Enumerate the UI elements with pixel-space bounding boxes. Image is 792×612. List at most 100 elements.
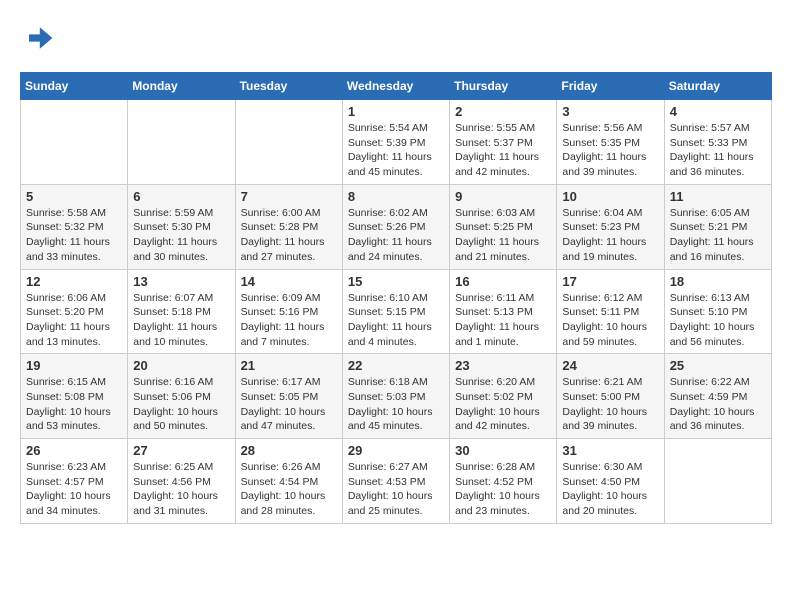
- calendar-cell: 20 Sunrise: 6:16 AM Sunset: 5:06 PM Dayli…: [128, 354, 235, 439]
- day-info: Sunrise: 6:23 AM Sunset: 4:57 PM Dayligh…: [26, 460, 122, 519]
- day-info: Sunrise: 6:02 AM Sunset: 5:26 PM Dayligh…: [348, 206, 444, 265]
- day-info: Sunrise: 6:04 AM Sunset: 5:23 PM Dayligh…: [562, 206, 658, 265]
- day-info: Sunrise: 6:28 AM Sunset: 4:52 PM Dayligh…: [455, 460, 551, 519]
- day-info: Sunrise: 6:06 AM Sunset: 5:20 PM Dayligh…: [26, 291, 122, 350]
- calendar-week-2: 5 Sunrise: 5:58 AM Sunset: 5:32 PM Daylig…: [21, 184, 772, 269]
- day-number: 16: [455, 274, 551, 289]
- calendar-cell: 8 Sunrise: 6:02 AM Sunset: 5:26 PM Daylig…: [342, 184, 449, 269]
- calendar-cell: 30 Sunrise: 6:28 AM Sunset: 4:52 PM Dayli…: [450, 439, 557, 524]
- calendar-cell: 9 Sunrise: 6:03 AM Sunset: 5:25 PM Daylig…: [450, 184, 557, 269]
- day-info: Sunrise: 6:25 AM Sunset: 4:56 PM Dayligh…: [133, 460, 229, 519]
- weekday-header-monday: Monday: [128, 73, 235, 100]
- calendar-cell: 14 Sunrise: 6:09 AM Sunset: 5:16 PM Dayli…: [235, 269, 342, 354]
- day-info: Sunrise: 6:13 AM Sunset: 5:10 PM Dayligh…: [670, 291, 766, 350]
- calendar-cell: 5 Sunrise: 5:58 AM Sunset: 5:32 PM Daylig…: [21, 184, 128, 269]
- calendar-cell: 2Sunrise: 5:55 AM Sunset: 5:37 PM Daylig…: [450, 100, 557, 185]
- logo-icon: [20, 20, 56, 56]
- day-number: 22: [348, 358, 444, 373]
- calendar-cell: 6 Sunrise: 5:59 AM Sunset: 5:30 PM Daylig…: [128, 184, 235, 269]
- weekday-header-friday: Friday: [557, 73, 664, 100]
- calendar-cell: 19 Sunrise: 6:15 AM Sunset: 5:08 PM Dayli…: [21, 354, 128, 439]
- day-number: 27: [133, 443, 229, 458]
- day-number: 3: [562, 104, 658, 119]
- day-info: Sunrise: 6:12 AM Sunset: 5:11 PM Dayligh…: [562, 291, 658, 350]
- day-info: Sunrise: 6:21 AM Sunset: 5:00 PM Dayligh…: [562, 375, 658, 434]
- day-number: 7: [241, 189, 337, 204]
- day-number: 6: [133, 189, 229, 204]
- calendar-cell: 21 Sunrise: 6:17 AM Sunset: 5:05 PM Dayli…: [235, 354, 342, 439]
- day-info: Sunrise: 6:00 AM Sunset: 5:28 PM Dayligh…: [241, 206, 337, 265]
- calendar-cell: 3 Sunrise: 5:56 AM Sunset: 5:35 PM Daylig…: [557, 100, 664, 185]
- calendar-cell: 12 Sunrise: 6:06 AM Sunset: 5:20 PM Dayli…: [21, 269, 128, 354]
- calendar-cell: 27 Sunrise: 6:25 AM Sunset: 4:56 PM Dayli…: [128, 439, 235, 524]
- calendar-cell: 28Sunrise: 6:26 AM Sunset: 4:54 PM Dayli…: [235, 439, 342, 524]
- day-info: Sunrise: 6:11 AM Sunset: 5:13 PM Dayligh…: [455, 291, 551, 350]
- day-number: 13: [133, 274, 229, 289]
- calendar-cell: 15 Sunrise: 6:10 AM Sunset: 5:15 PM Dayli…: [342, 269, 449, 354]
- weekday-row: SundayMondayTuesdayWednesdayThursdayFrid…: [21, 73, 772, 100]
- day-info: Sunrise: 6:27 AM Sunset: 4:53 PM Dayligh…: [348, 460, 444, 519]
- day-info: Sunrise: 6:20 AM Sunset: 5:02 PM Dayligh…: [455, 375, 551, 434]
- day-number: 14: [241, 274, 337, 289]
- calendar-cell: [21, 100, 128, 185]
- calendar-cell: 1Sunrise: 5:54 AM Sunset: 5:39 PM Daylig…: [342, 100, 449, 185]
- calendar-week-1: 1Sunrise: 5:54 AM Sunset: 5:39 PM Daylig…: [21, 100, 772, 185]
- calendar-cell: 31 Sunrise: 6:30 AM Sunset: 4:50 PM Dayli…: [557, 439, 664, 524]
- day-number: 24: [562, 358, 658, 373]
- day-number: 15: [348, 274, 444, 289]
- calendar-week-5: 26 Sunrise: 6:23 AM Sunset: 4:57 PM Dayli…: [21, 439, 772, 524]
- day-number: 26: [26, 443, 122, 458]
- page-header: [20, 20, 772, 56]
- day-number: 30: [455, 443, 551, 458]
- day-info: Sunrise: 6:10 AM Sunset: 5:15 PM Dayligh…: [348, 291, 444, 350]
- calendar-week-3: 12 Sunrise: 6:06 AM Sunset: 5:20 PM Dayli…: [21, 269, 772, 354]
- logo: [20, 20, 60, 56]
- day-number: 29: [348, 443, 444, 458]
- day-number: 10: [562, 189, 658, 204]
- day-info: Sunrise: 6:09 AM Sunset: 5:16 PM Dayligh…: [241, 291, 337, 350]
- weekday-header-sunday: Sunday: [21, 73, 128, 100]
- day-info: Sunrise: 6:18 AM Sunset: 5:03 PM Dayligh…: [348, 375, 444, 434]
- calendar-cell: 26 Sunrise: 6:23 AM Sunset: 4:57 PM Dayli…: [21, 439, 128, 524]
- day-number: 12: [26, 274, 122, 289]
- day-number: 31: [562, 443, 658, 458]
- day-number: 9: [455, 189, 551, 204]
- day-info: Sunrise: 5:56 AM Sunset: 5:35 PM Dayligh…: [562, 121, 658, 180]
- calendar-cell: 10 Sunrise: 6:04 AM Sunset: 5:23 PM Dayli…: [557, 184, 664, 269]
- weekday-header-thursday: Thursday: [450, 73, 557, 100]
- calendar-week-4: 19 Sunrise: 6:15 AM Sunset: 5:08 PM Dayli…: [21, 354, 772, 439]
- calendar-cell: [664, 439, 771, 524]
- weekday-header-saturday: Saturday: [664, 73, 771, 100]
- calendar-cell: 18 Sunrise: 6:13 AM Sunset: 5:10 PM Dayli…: [664, 269, 771, 354]
- day-number: 25: [670, 358, 766, 373]
- day-info: Sunrise: 5:54 AM Sunset: 5:39 PM Dayligh…: [348, 121, 444, 180]
- day-info: Sunrise: 6:30 AM Sunset: 4:50 PM Dayligh…: [562, 460, 658, 519]
- day-info: Sunrise: 6:03 AM Sunset: 5:25 PM Dayligh…: [455, 206, 551, 265]
- day-number: 5: [26, 189, 122, 204]
- day-info: Sunrise: 6:17 AM Sunset: 5:05 PM Dayligh…: [241, 375, 337, 434]
- day-number: 28: [241, 443, 337, 458]
- day-info: Sunrise: 6:15 AM Sunset: 5:08 PM Dayligh…: [26, 375, 122, 434]
- day-number: 21: [241, 358, 337, 373]
- day-info: Sunrise: 5:59 AM Sunset: 5:30 PM Dayligh…: [133, 206, 229, 265]
- calendar-cell: 11Sunrise: 6:05 AM Sunset: 5:21 PM Dayli…: [664, 184, 771, 269]
- day-number: 23: [455, 358, 551, 373]
- day-number: 18: [670, 274, 766, 289]
- day-number: 8: [348, 189, 444, 204]
- calendar-cell: [128, 100, 235, 185]
- day-number: 17: [562, 274, 658, 289]
- day-number: 4: [670, 104, 766, 119]
- calendar-header: SundayMondayTuesdayWednesdayThursdayFrid…: [21, 73, 772, 100]
- calendar-cell: 4Sunrise: 5:57 AM Sunset: 5:33 PM Daylig…: [664, 100, 771, 185]
- weekday-header-tuesday: Tuesday: [235, 73, 342, 100]
- day-number: 20: [133, 358, 229, 373]
- calendar-cell: 23 Sunrise: 6:20 AM Sunset: 5:02 PM Dayli…: [450, 354, 557, 439]
- day-number: 11: [670, 189, 766, 204]
- day-info: Sunrise: 6:22 AM Sunset: 4:59 PM Dayligh…: [670, 375, 766, 434]
- day-number: 19: [26, 358, 122, 373]
- calendar-cell: 25 Sunrise: 6:22 AM Sunset: 4:59 PM Dayli…: [664, 354, 771, 439]
- day-info: Sunrise: 5:58 AM Sunset: 5:32 PM Dayligh…: [26, 206, 122, 265]
- calendar-cell: 22 Sunrise: 6:18 AM Sunset: 5:03 PM Dayli…: [342, 354, 449, 439]
- day-info: Sunrise: 6:16 AM Sunset: 5:06 PM Dayligh…: [133, 375, 229, 434]
- calendar-cell: 17 Sunrise: 6:12 AM Sunset: 5:11 PM Dayli…: [557, 269, 664, 354]
